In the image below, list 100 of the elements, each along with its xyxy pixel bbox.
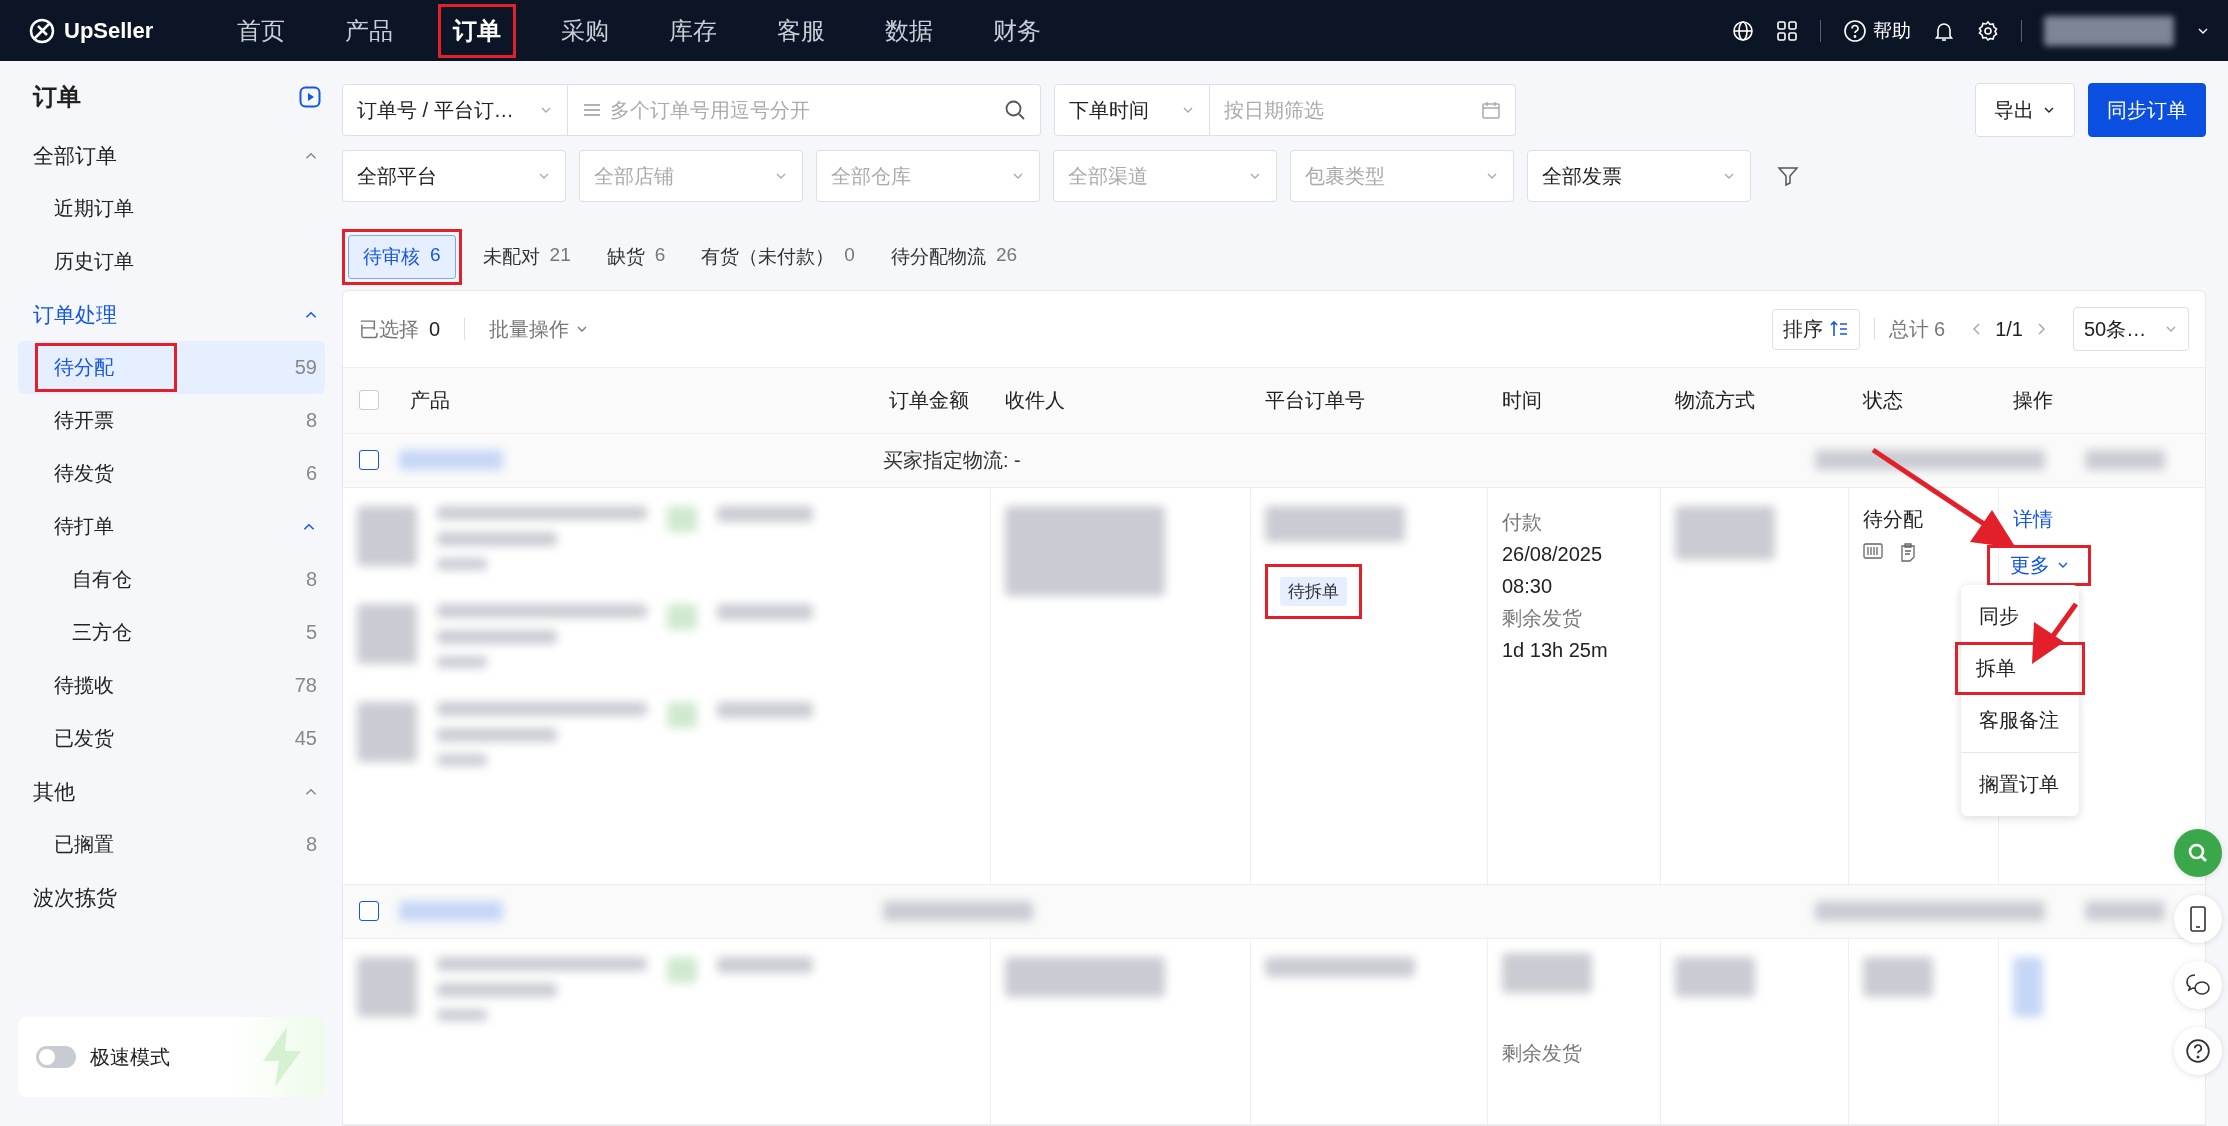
- nav-item[interactable]: 客服: [747, 3, 856, 58]
- paid-label: 付款: [1502, 509, 1543, 535]
- blurred-text: [437, 655, 487, 668]
- remaining-label: 剩余发货: [1502, 1040, 1583, 1066]
- batch-actions-dropdown[interactable]: 批量操作: [489, 315, 590, 343]
- search-icon[interactable]: [1004, 99, 1026, 121]
- menu-item-label[interactable]: 近期订单: [54, 195, 134, 222]
- select-all-checkbox[interactable]: [359, 390, 379, 411]
- column-header: 产品: [409, 388, 451, 413]
- nav-item[interactable]: 数据: [855, 3, 964, 58]
- apps-icon[interactable]: [1776, 19, 1798, 42]
- sort-button[interactable]: 排序: [1771, 308, 1860, 350]
- blurred-text: [1863, 956, 1933, 997]
- status-tag: 待拆单: [1280, 576, 1347, 606]
- menu-item-label[interactable]: 已搁置: [54, 831, 114, 858]
- item-count: 59: [294, 356, 317, 379]
- menu-option[interactable]: 搁置订单: [1961, 758, 2079, 810]
- blurred-text: [437, 557, 487, 570]
- nav-item[interactable]: 订单: [441, 6, 514, 55]
- nav-item[interactable]: 库存: [639, 3, 748, 58]
- blurred-text: [2013, 956, 2043, 1017]
- selected-count: 0: [429, 317, 441, 341]
- chat-bubbles-icon: [2185, 973, 2211, 997]
- item-count: 8: [305, 568, 317, 591]
- logo-text[interactable]: UpSeller: [64, 17, 154, 44]
- help-button[interactable]: [2174, 1027, 2222, 1075]
- column-header: 物流方式: [1674, 388, 1756, 413]
- barcode-icon[interactable]: [1863, 542, 1883, 559]
- help-link[interactable]: 帮助: [1873, 17, 1911, 44]
- phone-icon: [2189, 906, 2207, 932]
- blurred-text: [437, 1008, 487, 1021]
- product-thumbnail: [357, 603, 417, 664]
- item-count: 78: [294, 674, 317, 697]
- filter-icon[interactable]: [1776, 164, 1800, 188]
- menu-item-label[interactable]: 待开票: [54, 407, 114, 434]
- select-dropdown[interactable]: 下单时间: [1054, 84, 1210, 136]
- help-icon: [2185, 1038, 2211, 1064]
- menu-item-label[interactable]: 历史订单: [54, 248, 134, 275]
- nav-item[interactable]: 采购: [531, 3, 640, 58]
- item-count: 8: [305, 833, 317, 856]
- settings-icon[interactable]: [1977, 19, 1999, 42]
- menu-item-label[interactable]: 待打单: [54, 513, 114, 540]
- blurred-text: [437, 753, 487, 766]
- product-thumbnail: [357, 701, 417, 762]
- item-count: 45: [294, 727, 317, 750]
- menu-option[interactable]: 客服备注: [1961, 694, 2079, 746]
- menu-item-label[interactable]: 待分配: [54, 354, 114, 381]
- remaining-time: 1d 13h 25m: [1502, 637, 1609, 663]
- checkbox[interactable]: [359, 450, 379, 471]
- toggle-switch[interactable]: [36, 1046, 76, 1068]
- menu-item-label[interactable]: 待发货: [54, 460, 114, 487]
- menu-item-label[interactable]: 已发货: [54, 725, 114, 752]
- menu-group-label[interactable]: 波次拣货: [33, 883, 117, 912]
- blurred-text: [667, 603, 697, 630]
- menu-group-label[interactable]: 订单处理: [33, 300, 117, 329]
- page-size-select[interactable]: 50条…: [2073, 307, 2189, 351]
- menu-item-label[interactable]: 三方仓: [72, 619, 132, 646]
- help-icon[interactable]: [1843, 18, 1867, 43]
- column-header: 订单金额: [888, 388, 970, 413]
- more-dropdown[interactable]: 更多: [2010, 551, 2070, 579]
- column-header: 状态: [1862, 388, 1904, 413]
- mobile-button[interactable]: [2174, 895, 2222, 943]
- logo-icon: [28, 16, 56, 45]
- product-thumbnail: [357, 505, 417, 566]
- nav-item[interactable]: 产品: [315, 3, 424, 58]
- menu-option[interactable]: 拆单: [1958, 644, 2082, 692]
- menu-item-label[interactable]: 待揽收: [54, 672, 114, 699]
- sort-icon: [1828, 319, 1849, 339]
- total-count: 总计 6: [1888, 316, 1946, 342]
- menu-group-label[interactable]: 其他: [33, 777, 75, 806]
- chat-button[interactable]: [2174, 961, 2222, 1009]
- menu-option[interactable]: 同步: [1961, 590, 2079, 642]
- paid-time: 26/08/2025 08:30: [1502, 541, 1604, 599]
- status-tab[interactable]: 待分配物流 26: [875, 235, 1032, 279]
- blurred-text: [667, 701, 697, 728]
- play-icon[interactable]: [299, 86, 321, 108]
- page-indicator: 1/1: [1995, 317, 2023, 341]
- product-thumbnail: [357, 956, 417, 1017]
- select-dropdown[interactable]: 全部平台: [342, 150, 566, 202]
- nav-item[interactable]: 首页: [207, 3, 316, 58]
- nav-item[interactable]: 财务: [963, 3, 1072, 58]
- search-button[interactable]: [2174, 829, 2222, 877]
- select-dropdown[interactable]: 全部发票: [1527, 150, 1751, 202]
- sync-orders-button[interactable]: 同步订单: [2088, 83, 2206, 137]
- menu-group-label[interactable]: 全部订单: [33, 141, 117, 170]
- status-tab[interactable]: 待审核 6: [348, 235, 456, 279]
- export-button[interactable]: 导出: [1975, 83, 2075, 137]
- order-status: 待分配: [1863, 506, 1924, 532]
- globe-icon[interactable]: [1732, 19, 1754, 42]
- item-count: 6: [305, 462, 317, 485]
- status-tab[interactable]: 缺货 6: [591, 235, 681, 279]
- menu-item-label[interactable]: 自有仓: [72, 566, 132, 593]
- select-dropdown[interactable]: 订单号 / 平台订…: [342, 84, 568, 136]
- account-name[interactable]: [2044, 15, 2174, 46]
- details-link[interactable]: 详情: [2013, 505, 2053, 533]
- column-header: 收件人: [1004, 388, 1066, 413]
- status-tab[interactable]: 有货（未付款） 0: [686, 235, 870, 279]
- status-tab[interactable]: 未配对 21: [467, 235, 586, 279]
- checkbox[interactable]: [359, 901, 379, 922]
- note-icon[interactable]: [1899, 542, 1917, 563]
